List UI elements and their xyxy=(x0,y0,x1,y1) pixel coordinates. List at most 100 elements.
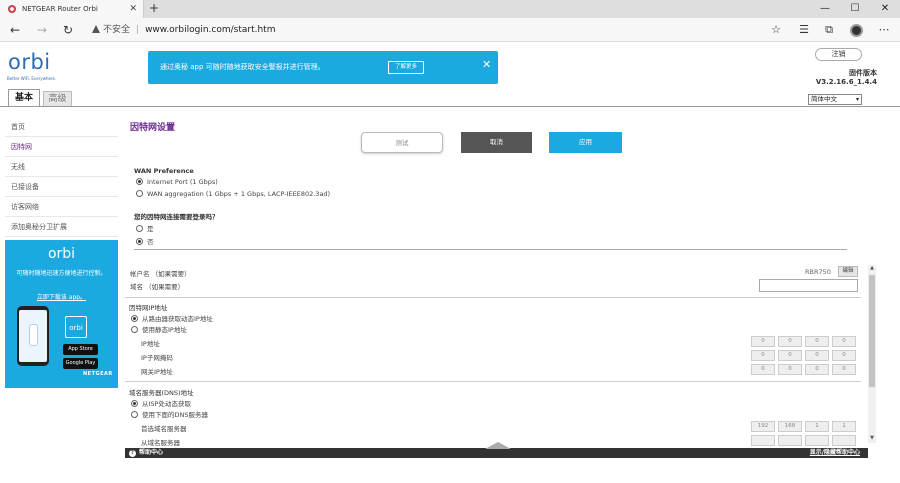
settings-scroll-panel[interactable]: 帐户名 （如果需要） RBR750 编辑 域名 （如果需要） 因特网IP地址 从… xyxy=(125,265,877,448)
nav-divider xyxy=(0,106,900,107)
primary-dns-octet-2[interactable]: 168 xyxy=(778,421,802,432)
gateway-octet-4[interactable]: 0 xyxy=(832,364,856,375)
promo-orbi-logo: orbi xyxy=(47,246,76,262)
primary-dns-octet-1[interactable]: 192 xyxy=(751,421,775,432)
minimize-button[interactable]: — xyxy=(810,0,840,18)
sidebar-item-add-satellite[interactable]: 添加奥秘分卫扩展 xyxy=(5,217,118,237)
subnet-octet-4[interactable]: 0 xyxy=(832,350,856,361)
radio-selected-icon[interactable] xyxy=(136,178,143,185)
back-arrow-icon[interactable]: ← xyxy=(6,21,24,39)
phone-illustration xyxy=(17,306,49,366)
scroll-thumb[interactable] xyxy=(869,275,875,387)
secondary-dns-label: 从域名服务器 xyxy=(141,439,180,447)
banner-close-icon[interactable]: ✕ xyxy=(482,58,491,71)
wan-option-aggregation[interactable]: WAN aggregation (1 Gbps + 1 Gbps, LACP-I… xyxy=(136,190,330,198)
url-field[interactable]: 不安全 | www.orbilogin.com/start.htm xyxy=(92,22,275,38)
section-divider xyxy=(125,381,861,382)
forward-arrow-icon[interactable]: → xyxy=(33,21,51,39)
browser-tab[interactable]: NETGEAR Router Orbi ✕ xyxy=(0,0,144,18)
test-button[interactable]: 测试 xyxy=(361,132,443,153)
primary-dns-label: 首选域名服务器 xyxy=(141,425,187,433)
edit-account-button[interactable]: 编辑 xyxy=(838,266,858,277)
tab-title: NETGEAR Router Orbi xyxy=(22,5,98,13)
radio-icon[interactable] xyxy=(136,190,143,197)
primary-dns-octet-3[interactable]: 1 xyxy=(805,421,829,432)
promo-text: 可随时随地迅速方便地进行控制。 xyxy=(16,270,107,277)
help-center-bar: ? 帮助中心 显示/隐藏帮助中心 xyxy=(125,442,868,458)
ip-address-octet-3[interactable]: 0 xyxy=(805,336,829,347)
secondary-dns-octet-4[interactable] xyxy=(832,435,856,446)
orbi-favicon-icon xyxy=(8,5,16,13)
sidebar-item-attached-devices[interactable]: 已接设备 xyxy=(5,177,118,197)
language-selected: 简体中文 xyxy=(811,95,837,103)
logout-button[interactable]: 注销 xyxy=(815,48,862,61)
apply-button[interactable]: 应用 xyxy=(549,132,622,153)
ip-address-octet-4[interactable]: 0 xyxy=(832,336,856,347)
tab-advanced[interactable]: 高级 xyxy=(43,91,72,106)
subnet-octet-1[interactable]: 0 xyxy=(751,350,775,361)
tab-basic[interactable]: 基本 xyxy=(8,89,40,106)
internet-ip-label: 因特网IP地址 xyxy=(129,304,168,312)
orbi-logo: orbi xyxy=(8,50,51,74)
scroll-down-icon[interactable]: ▼ xyxy=(868,435,876,441)
subnet-octet-2[interactable]: 0 xyxy=(778,350,802,361)
cancel-button[interactable]: 取消 xyxy=(461,132,532,153)
dns-option-dynamic[interactable]: 从ISP处动态获取 xyxy=(131,398,191,408)
app-store-badge[interactable]: App Store xyxy=(63,344,98,355)
ip-address-octet-2[interactable]: 0 xyxy=(778,336,802,347)
radio-icon[interactable] xyxy=(131,411,138,418)
subnet-mask-label: IP子网掩码 xyxy=(141,354,173,362)
favorites-bar-icon[interactable]: ☰ xyxy=(795,21,813,39)
more-menu-icon[interactable]: ⋯ xyxy=(875,21,893,39)
ip-option-dynamic[interactable]: 从路由器获取动态IP地址 xyxy=(131,313,213,323)
tab-close-icon[interactable]: ✕ xyxy=(129,0,137,18)
panel-scrollbar[interactable]: ▲ ▼ xyxy=(868,265,876,443)
promo-download-link[interactable]: 立即下载该 app。 xyxy=(5,292,118,301)
radio-icon[interactable] xyxy=(136,225,143,232)
help-icon: ? xyxy=(129,450,136,457)
app-promo-panel: orbi 可随时随地迅速方便地进行控制。 立即下载该 app。 orbi App… xyxy=(5,240,118,388)
expand-arrow-icon[interactable] xyxy=(485,442,511,449)
favorite-star-icon[interactable]: ☆ xyxy=(767,21,785,39)
help-center-link[interactable]: ? 帮助中心 xyxy=(129,448,163,458)
ip-address-octet-1[interactable]: 0 xyxy=(751,336,775,347)
secondary-dns-octet-3[interactable] xyxy=(805,435,829,446)
collections-icon[interactable]: ⧉ xyxy=(820,21,838,39)
gateway-octet-3[interactable]: 0 xyxy=(805,364,829,375)
radio-icon[interactable] xyxy=(131,326,138,333)
scroll-up-icon[interactable]: ▲ xyxy=(868,265,876,271)
secondary-dns-octet-1[interactable] xyxy=(751,435,775,446)
login-option-yes[interactable]: 是 xyxy=(136,223,154,233)
close-window-button[interactable]: ✕ xyxy=(870,0,900,18)
sidebar-item-wireless[interactable]: 无线 xyxy=(5,157,118,177)
sidebar-item-home[interactable]: 首页 xyxy=(5,117,118,137)
maximize-button[interactable]: ☐ xyxy=(840,0,870,18)
google-play-badge[interactable]: Google Play xyxy=(63,358,98,369)
new-tab-button[interactable]: + xyxy=(148,0,160,18)
subnet-octet-3[interactable]: 0 xyxy=(805,350,829,361)
sidebar-menu: 首页 因特网 无线 已接设备 访客网络 添加奥秘分卫扩展 xyxy=(5,117,118,237)
domain-name-input[interactable] xyxy=(759,279,858,292)
login-option-no[interactable]: 否 xyxy=(136,236,154,246)
wan-option-internet-port[interactable]: Internet Port (1 Gbps) xyxy=(136,178,218,186)
learn-more-button[interactable]: 了解更多 xyxy=(388,61,424,74)
radio-selected-icon[interactable] xyxy=(131,315,138,322)
primary-dns-octet-4[interactable]: 1 xyxy=(832,421,856,432)
profile-avatar[interactable] xyxy=(850,24,863,37)
chevron-down-icon: ▾ xyxy=(855,96,859,103)
warning-icon xyxy=(92,25,100,33)
dns-option-manual[interactable]: 使用下面的DNS服务器 xyxy=(131,409,208,419)
sidebar-item-guest-network[interactable]: 访客网络 xyxy=(5,197,118,217)
refresh-icon[interactable]: ↻ xyxy=(59,21,77,39)
gateway-octet-2[interactable]: 0 xyxy=(778,364,802,375)
account-name-label: 帐户名 （如果需要） xyxy=(130,270,191,278)
gateway-octet-1[interactable]: 0 xyxy=(751,364,775,375)
sidebar-item-internet[interactable]: 因特网 xyxy=(5,137,118,157)
toggle-help-center-link[interactable]: 显示/隐藏帮助中心 xyxy=(810,448,860,458)
radio-selected-icon[interactable] xyxy=(136,238,143,245)
language-select[interactable]: 简体中文 ▾ xyxy=(808,94,862,105)
radio-selected-icon[interactable] xyxy=(131,400,138,407)
ip-option-static[interactable]: 使用静态IP地址 xyxy=(131,324,187,334)
secondary-dns-octet-2[interactable] xyxy=(778,435,802,446)
section-divider xyxy=(134,249,847,250)
